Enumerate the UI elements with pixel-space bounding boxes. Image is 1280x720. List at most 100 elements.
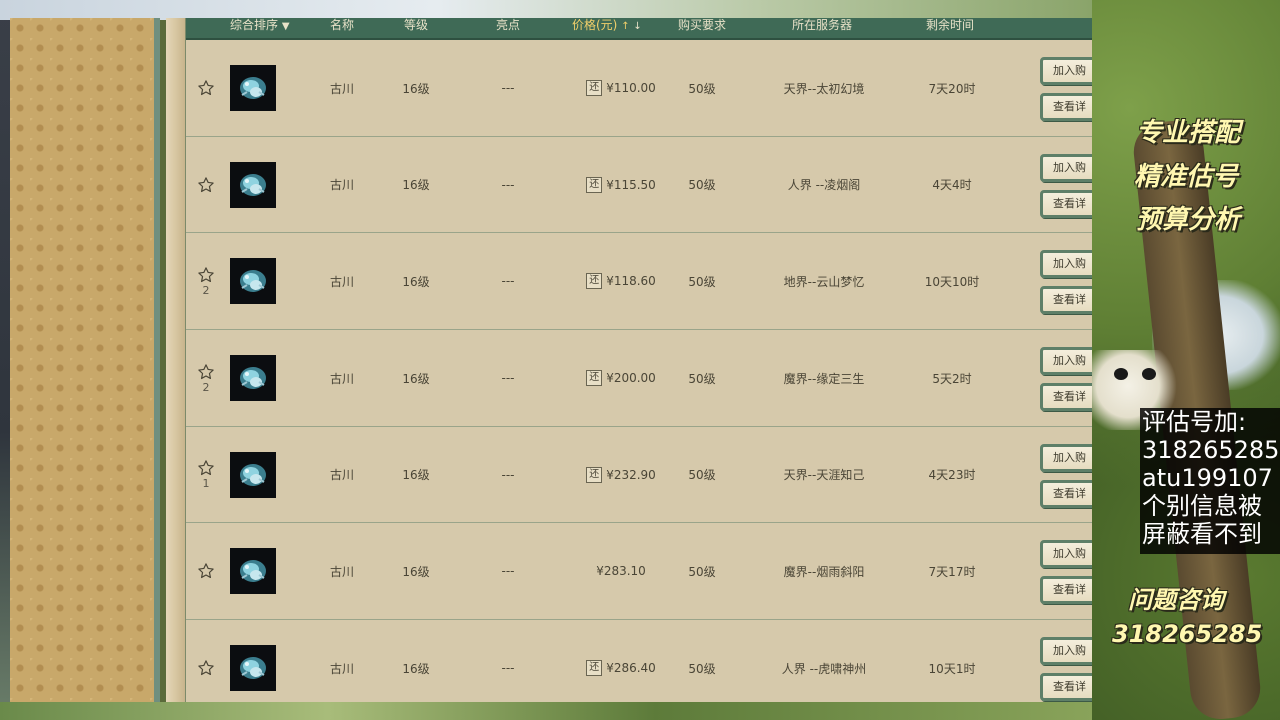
star-outline-icon[interactable] [197, 363, 215, 381]
item-highlight: --- [501, 371, 515, 386]
pet-thumbnail-icon[interactable] [230, 161, 276, 208]
item-server: 魔界--缘定三生 [783, 371, 865, 386]
item-level: 16级 [402, 661, 430, 676]
view-details-button[interactable]: 查看详 [1040, 383, 1092, 412]
item-price: ¥115.50 [606, 177, 656, 192]
item-price-cell: 还 ¥115.50 [566, 137, 676, 233]
favorite-cell: 1 [194, 427, 218, 523]
item-price-cell: 还 ¥110.00 [566, 40, 676, 136]
triangle-down-icon: ▼ [281, 21, 290, 32]
thumbnail-cell[interactable] [230, 233, 276, 329]
add-to-cart-button[interactable]: 加入购 [1040, 347, 1092, 376]
view-details-button[interactable]: 查看详 [1040, 93, 1092, 121]
sort-header-label: 综合排序 [230, 18, 279, 32]
star-outline-icon[interactable] [197, 562, 215, 580]
add-to-cart-button[interactable]: 加入购 [1040, 540, 1092, 569]
item-server: 人界 --凌烟阁 [787, 178, 861, 193]
top-banner-strip [0, 0, 1092, 20]
item-level: 16级 [402, 81, 430, 96]
star-outline-icon[interactable] [197, 176, 215, 194]
question-label: 问题咨询 [1128, 586, 1224, 614]
item-name: 古川 [329, 564, 354, 579]
star-outline-icon[interactable] [197, 266, 215, 284]
question-number: 318265285 [1112, 620, 1263, 648]
bargain-tag: 还 [586, 466, 603, 483]
item-level: 16级 [402, 371, 430, 386]
contact-box: 评估号加: 318265285 atu199107 个别信息被 屏蔽看不到 [1140, 408, 1280, 554]
pet-thumbnail-icon[interactable] [230, 355, 276, 402]
name-header: 名称 [330, 18, 355, 32]
item-remaining-time: 4天4时 [932, 178, 972, 193]
add-to-cart-button[interactable]: 加入购 [1040, 57, 1092, 85]
decorative-pattern-panel [10, 18, 160, 702]
pet-thumbnail-icon[interactable] [230, 65, 276, 111]
favorite-cell [194, 523, 218, 619]
view-details-button[interactable]: 查看详 [1040, 673, 1092, 702]
view-details-button[interactable]: 查看详 [1040, 189, 1092, 218]
item-name: 古川 [329, 371, 354, 386]
listing-rows: 古川 16级 --- 还 ¥110.00 50级 天界--太初幻境 7天20时 … [186, 40, 1092, 702]
item-server: 魔界--烟雨斜阳 [783, 564, 865, 579]
sort-header[interactable]: 综合排序 ▼ [230, 18, 290, 40]
item-requirement: 50级 [688, 371, 716, 386]
contact-line: 评估号加: [1142, 408, 1247, 436]
table-row: 2 古川 16级 --- 还 ¥118.60 50级 地界--云山梦忆 10天1… [186, 233, 1092, 331]
item-requirement: 50级 [688, 178, 716, 193]
arrow-up-icon[interactable]: ↑ [621, 21, 629, 32]
requirement-header: 购买要求 [678, 18, 727, 32]
favorite-count: 2 [202, 380, 210, 394]
thumbnail-cell[interactable] [230, 620, 276, 702]
item-remaining-time: 5天2时 [932, 371, 972, 386]
item-remaining-time: 7天17时 [928, 564, 976, 579]
view-details-button[interactable]: 查看详 [1040, 479, 1092, 508]
view-details-button[interactable]: 查看详 [1040, 576, 1092, 605]
pet-thumbnail-icon[interactable] [230, 548, 276, 595]
item-name: 古川 [329, 274, 354, 289]
pet-thumbnail-icon[interactable] [230, 258, 276, 305]
table-row: 古川 16级 --- 还 ¥286.40 50级 人界 --虎啸神州 10天1时… [186, 620, 1092, 702]
item-price: ¥283.10 [596, 564, 646, 579]
item-price: ¥232.90 [606, 467, 656, 482]
item-highlight: --- [501, 177, 515, 192]
pet-thumbnail-icon[interactable] [230, 645, 276, 692]
favorite-cell [194, 40, 218, 136]
item-price-cell: 还 ¥232.90 [566, 427, 676, 523]
add-to-cart-button[interactable]: 加入购 [1040, 250, 1092, 279]
view-details-button[interactable]: 查看详 [1040, 286, 1092, 315]
table-row: 2 古川 16级 --- 还 ¥200.00 50级 魔界--缘定三生 5天2时… [186, 330, 1092, 427]
thumbnail-cell[interactable] [230, 330, 276, 426]
item-remaining-time: 4天23时 [928, 468, 976, 483]
item-highlight: --- [501, 274, 515, 289]
promo-line-2: 精准估号 [1134, 162, 1239, 192]
item-requirement: 50级 [688, 564, 716, 579]
add-to-cart-button[interactable]: 加入购 [1040, 443, 1092, 472]
item-remaining-time: 10天10时 [924, 274, 980, 289]
thumbnail-cell[interactable] [230, 427, 276, 523]
add-to-cart-button[interactable]: 加入购 [1040, 637, 1092, 666]
item-remaining-time: 10天1时 [928, 661, 976, 676]
arrow-down-icon[interactable]: ↓ [633, 21, 641, 32]
contact-line: 318265285 [1142, 436, 1280, 464]
thumbnail-cell[interactable] [230, 523, 276, 619]
table-row: 1 古川 16级 --- 还 ¥232.90 50级 天界--天涯知己 4天23… [186, 427, 1092, 524]
contact-line: atu199107 [1142, 464, 1273, 492]
star-outline-icon[interactable] [197, 459, 215, 477]
table-row: 古川 16级 --- 还 ¥110.00 50级 天界--太初幻境 7天20时 … [186, 40, 1092, 137]
add-to-cart-button[interactable]: 加入购 [1040, 153, 1092, 182]
star-outline-icon[interactable] [197, 659, 215, 677]
item-price: ¥286.40 [606, 661, 656, 676]
thumbnail-cell[interactable] [230, 137, 276, 233]
bargain-tag: 还 [586, 370, 603, 387]
pet-thumbnail-icon[interactable] [230, 451, 276, 498]
bargain-tag: 还 [586, 660, 603, 677]
promo-panel: 专业搭配 精准估号 预算分析 评估号加: 318265285 atu199107… [1092, 0, 1280, 720]
item-requirement: 50级 [688, 468, 716, 483]
item-server: 天界--太初幻境 [783, 81, 865, 96]
contact-line: 个别信息被 [1142, 492, 1262, 520]
star-outline-icon[interactable] [197, 79, 215, 97]
thumbnail-cell[interactable] [230, 40, 276, 136]
favorite-cell [194, 620, 218, 702]
item-price: ¥118.60 [606, 274, 656, 289]
item-server: 天界--天涯知己 [783, 468, 865, 483]
price-header[interactable]: 价格(元) ↑ ↓ [572, 18, 642, 40]
